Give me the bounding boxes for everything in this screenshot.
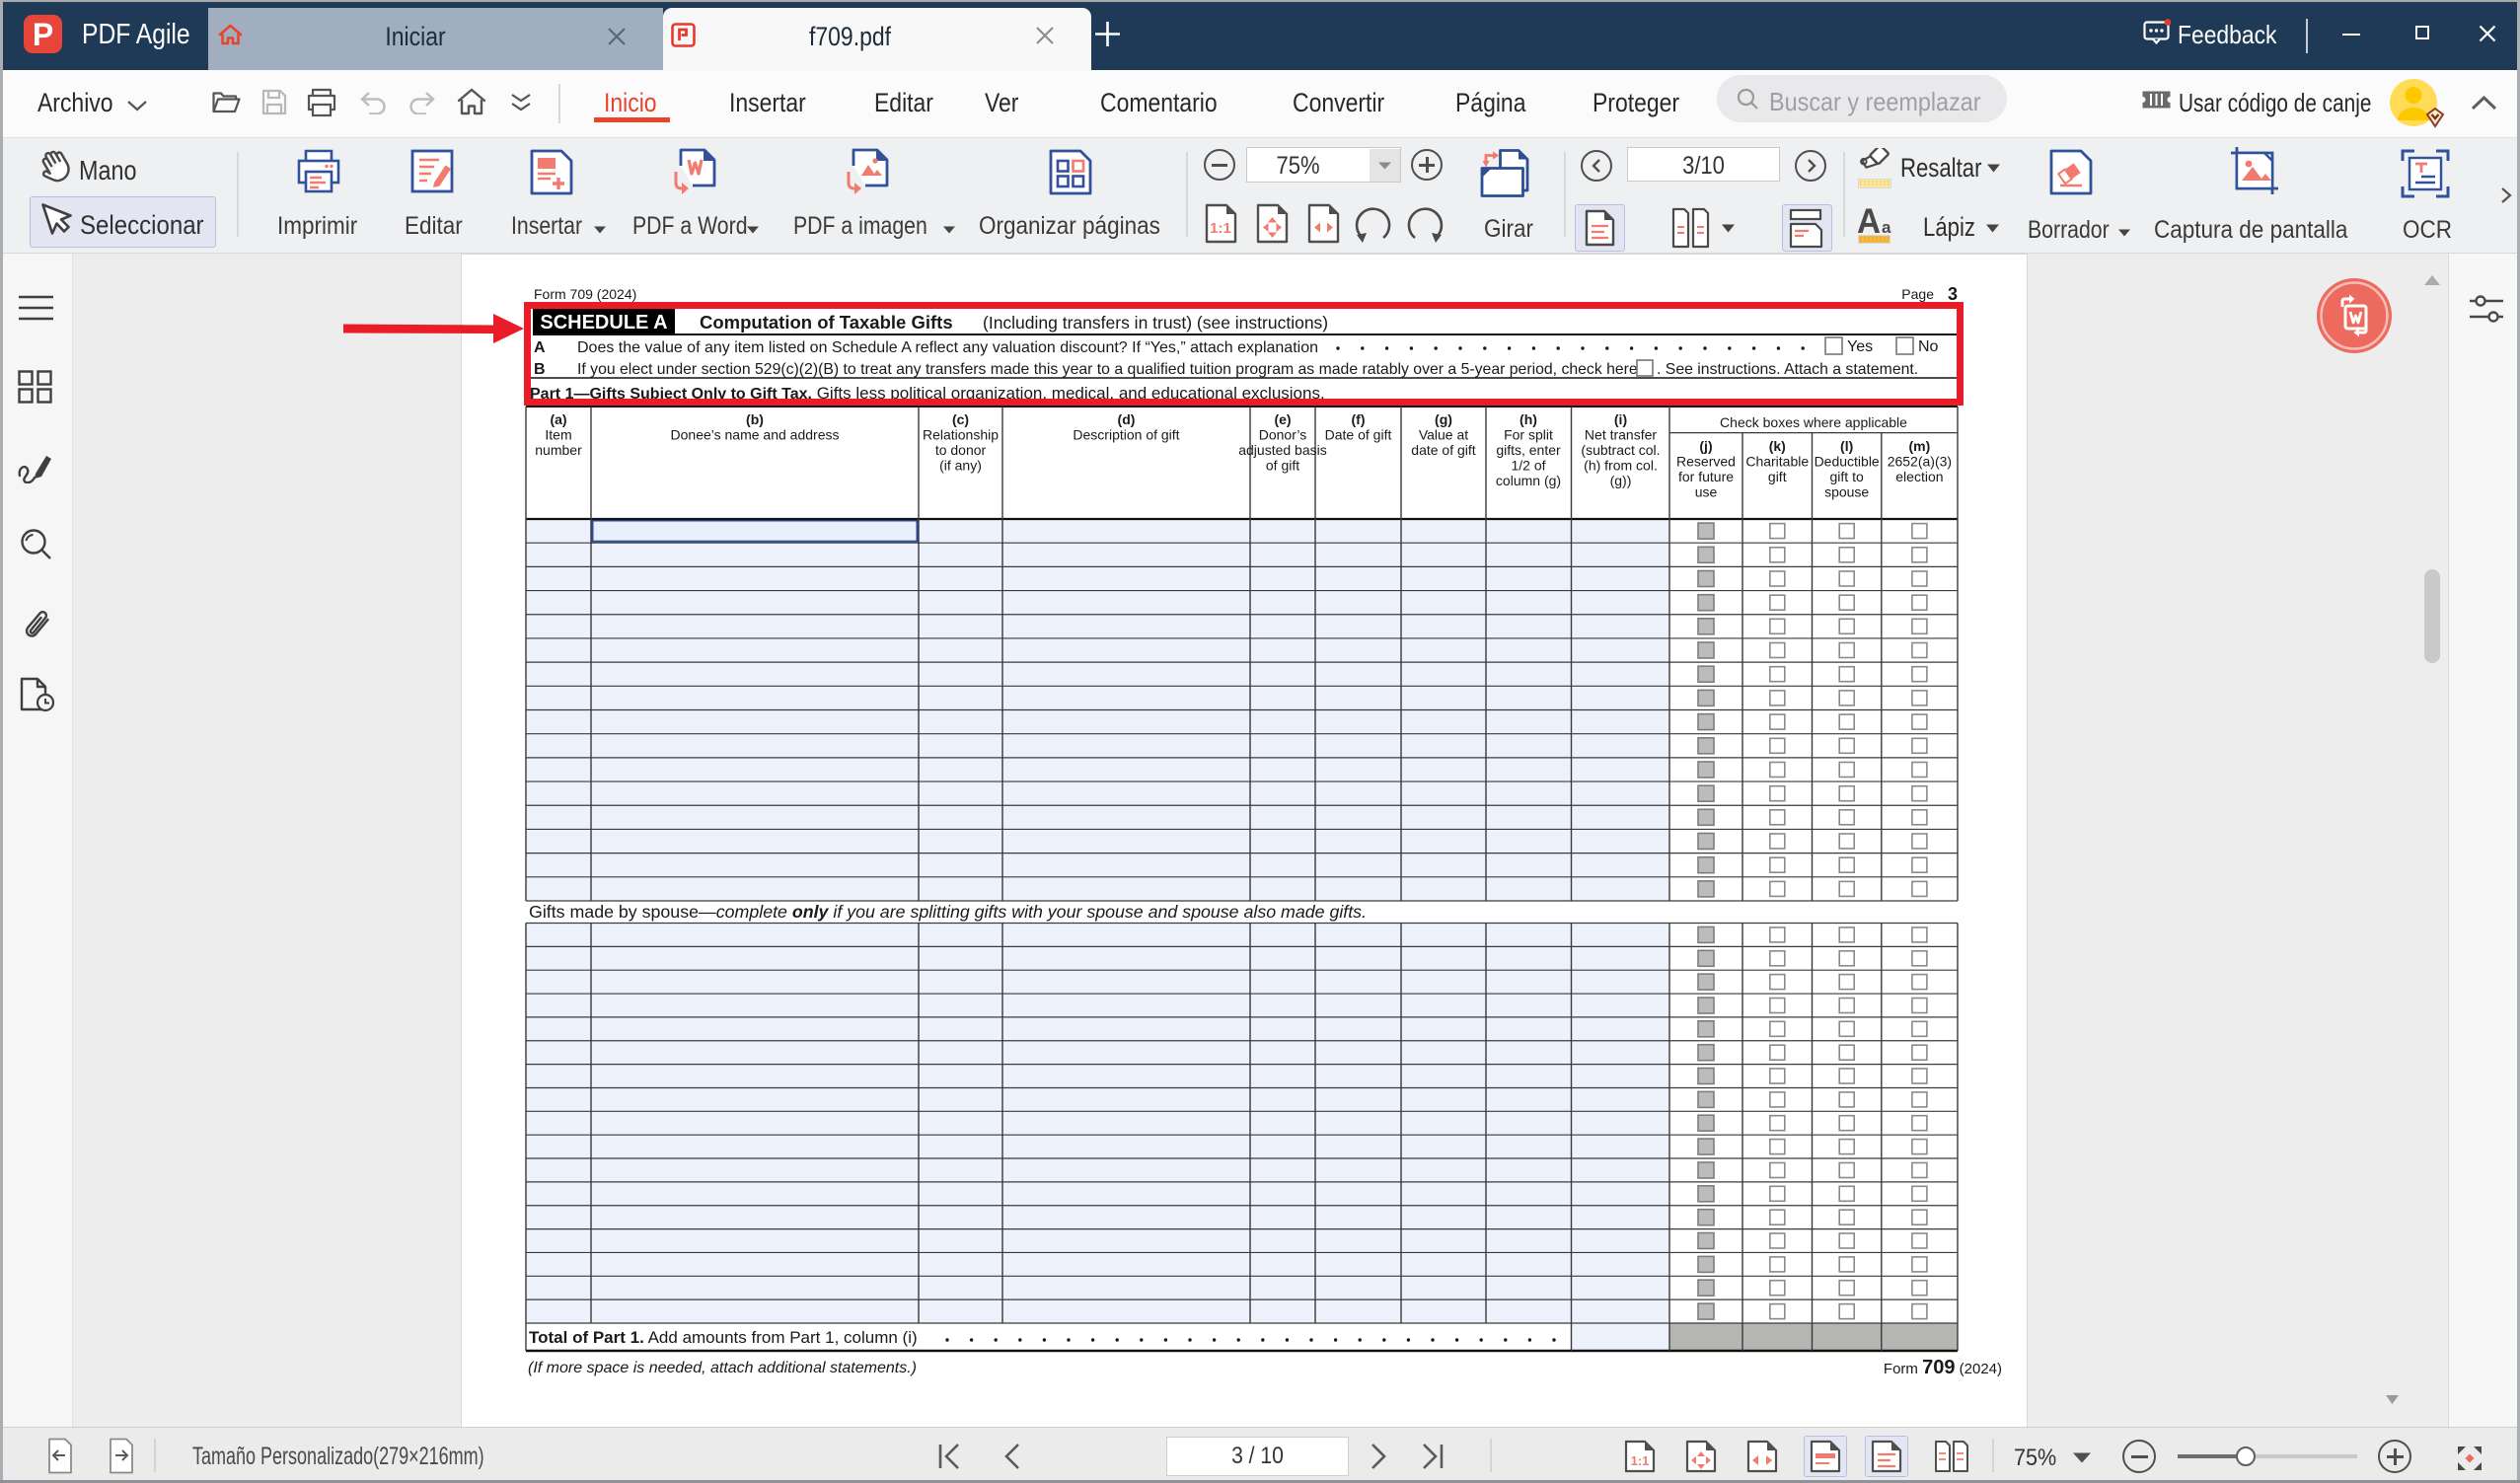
svg-text:1:1: 1:1 [1210, 220, 1231, 237]
svg-text:for future: for future [1678, 469, 1734, 484]
svg-text:(i): (i) [1614, 411, 1627, 427]
svg-text:(g)): (g)) [1610, 473, 1632, 488]
svg-text:(if any): (if any) [939, 458, 982, 474]
svg-text:use: use [1695, 484, 1718, 500]
svg-text:(k): (k) [1769, 438, 1786, 454]
svg-text:(g): (g) [1435, 411, 1452, 427]
svg-text:(subtract col.: (subtract col. [1581, 442, 1660, 458]
svg-text:to donor: to donor [935, 442, 987, 458]
svg-text:Form 709 (2024): Form 709 (2024) [1884, 1357, 2002, 1378]
svg-text:gift to: gift to [1830, 469, 1864, 484]
svg-text:Relationship: Relationship [923, 427, 999, 443]
svg-text:election: election [1895, 469, 1943, 484]
svg-text:Charitable: Charitable [1745, 454, 1809, 470]
svg-text:1/2 of: 1/2 of [1511, 458, 1545, 474]
svg-text:No: No [1918, 338, 1939, 355]
svg-text:(j): (j) [1699, 438, 1712, 454]
svg-text:(h) from col.: (h) from col. [1584, 458, 1658, 474]
svg-text:(f): (f) [1352, 411, 1366, 427]
svg-text:Description of gift: Description of gift [1073, 427, 1179, 443]
svg-text:If you elect under section 529: If you elect under section 529(c)(2)(B) … [577, 361, 1638, 378]
svg-text:Value at: Value at [1419, 427, 1468, 443]
svg-text:(c): (c) [952, 411, 969, 427]
svg-text:Reserved: Reserved [1676, 454, 1736, 470]
svg-text:Page: Page [1901, 286, 1934, 302]
svg-text:adjusted basis: adjusted basis [1238, 442, 1327, 458]
svg-text:Yes: Yes [1847, 338, 1873, 355]
svg-text:Total of Part 1. Add amounts f: Total of Part 1. Add amounts from Part 1… [529, 1328, 918, 1347]
svg-text:of gift: of gift [1266, 458, 1299, 474]
svg-text:(e): (e) [1274, 411, 1291, 427]
svg-text:gifts, enter: gifts, enter [1496, 442, 1561, 458]
svg-text:date of gift: date of gift [1411, 442, 1475, 458]
svg-text:For split: For split [1504, 427, 1553, 443]
svg-text:(If more space is needed, atta: (If more space is needed, attach additio… [528, 1360, 917, 1376]
svg-text:Donor’s: Donor’s [1259, 427, 1307, 443]
svg-text:Deductible: Deductible [1815, 454, 1880, 470]
svg-text:(d): (d) [1118, 411, 1136, 427]
svg-text:Net transfer: Net transfer [1585, 427, 1657, 443]
svg-text:(a): (a) [550, 411, 566, 427]
svg-text:Computation of Taxable Gifts: Computation of Taxable Gifts [700, 312, 953, 333]
svg-text:A: A [534, 339, 546, 356]
svg-text:a: a [1882, 218, 1891, 237]
svg-text:. See instructions. Attach a s: . See instructions. Attach a statement. [1657, 361, 1918, 378]
svg-text:Date of gift: Date of gift [1325, 427, 1392, 443]
svg-text:3: 3 [1948, 284, 1958, 304]
svg-text:spouse: spouse [1824, 484, 1869, 500]
svg-text:SCHEDULE A: SCHEDULE A [540, 312, 667, 334]
svg-text:Check boxes where applicable: Check boxes where applicable [1720, 414, 1907, 430]
svg-text:column (g): column (g) [1496, 473, 1561, 488]
svg-text:number: number [535, 442, 582, 458]
svg-text:(Including transfers in trust): (Including transfers in trust) (see inst… [983, 313, 1328, 333]
svg-text:Donee’s name and address: Donee’s name and address [671, 427, 840, 443]
svg-text:2652(a)(3): 2652(a)(3) [1888, 454, 1952, 470]
svg-text:Gifts made by spouse—complete: Gifts made by spouse—complete only if yo… [529, 902, 1367, 922]
svg-text:gift: gift [1768, 469, 1787, 484]
svg-text:(b): (b) [746, 411, 764, 427]
svg-text:(h): (h) [1519, 411, 1537, 427]
svg-text:Does the value of any item lis: Does the value of any item listed on Sch… [577, 339, 1318, 356]
svg-text:(l): (l) [1840, 438, 1853, 454]
svg-text:Item: Item [545, 427, 571, 443]
svg-text:B: B [534, 361, 546, 378]
svg-text:Form 709 (2024): Form 709 (2024) [534, 286, 636, 302]
svg-text:1:1: 1:1 [1631, 1453, 1650, 1468]
svg-text:(m): (m) [1909, 438, 1931, 454]
